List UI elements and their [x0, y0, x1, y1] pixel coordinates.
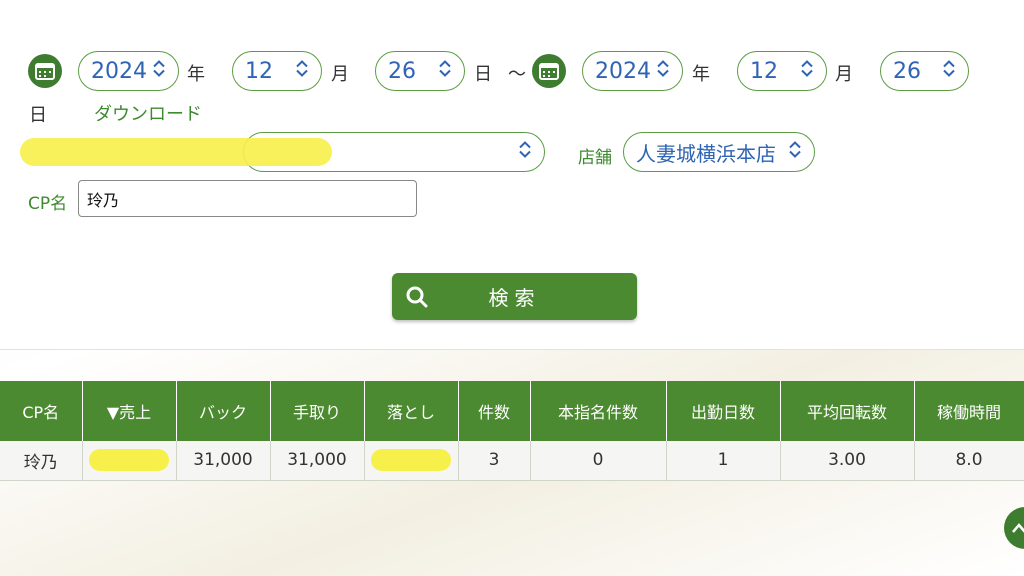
- redaction-highlight: [371, 449, 451, 472]
- header-work-hours[interactable]: 稼働時間: [914, 381, 1024, 441]
- cp-name-input[interactable]: 玲乃: [78, 180, 417, 217]
- header-cp-name[interactable]: CP名: [0, 381, 83, 441]
- cell-work-days: 1: [666, 441, 781, 481]
- header-work-days[interactable]: 出勤日数: [666, 381, 781, 441]
- chevron-updown-icon: [800, 59, 814, 84]
- cp-name-value: 玲乃: [87, 190, 120, 210]
- header-count[interactable]: 件数: [458, 381, 531, 441]
- cell-avg-rotation: 3.00: [780, 441, 915, 481]
- cell-sales: [82, 441, 177, 481]
- chevron-updown-icon: [295, 59, 309, 84]
- chevron-updown-icon: [942, 59, 956, 84]
- start-month-value: 12: [245, 58, 273, 84]
- header-sales[interactable]: ▼売上: [82, 381, 177, 441]
- redaction-highlight: [89, 449, 169, 472]
- search-icon: [406, 286, 428, 313]
- end-month-value: 12: [750, 58, 778, 84]
- header-otoshi[interactable]: 落とし: [364, 381, 459, 441]
- year-unit-start: 年: [187, 64, 205, 85]
- download-link[interactable]: ダウンロード: [94, 100, 202, 126]
- end-day-select[interactable]: 26: [880, 51, 969, 91]
- cell-work-hours: 8.0: [914, 441, 1024, 481]
- store-label: 店舗: [578, 148, 612, 168]
- header-designated-count[interactable]: 本指名件数: [530, 381, 667, 441]
- results-table: CP名 ▼売上 バック 手取り 落とし 件数 本指名件数 出勤日数 平均回転数 …: [0, 381, 1024, 481]
- chevron-updown-icon: [438, 59, 452, 84]
- header-back[interactable]: バック: [176, 381, 271, 441]
- header-take-home[interactable]: 手取り: [270, 381, 365, 441]
- cell-count: 3: [458, 441, 531, 481]
- table-row: 玲乃 31,000 31,000 3 0 1 3.00 8.0: [0, 441, 1024, 481]
- cell-otoshi: [364, 441, 459, 481]
- scroll-top-button[interactable]: [1004, 507, 1024, 549]
- chevron-updown-icon: [656, 59, 670, 84]
- start-day-value: 26: [388, 58, 416, 84]
- cell-take-home: 31,000: [270, 441, 365, 481]
- end-day-value: 26: [893, 58, 921, 84]
- store-value: 人妻城横浜本店: [636, 141, 776, 166]
- start-year-value: 2024: [91, 58, 147, 84]
- start-day-select[interactable]: 26: [375, 51, 465, 91]
- cell-back: 31,000: [176, 441, 271, 481]
- store-select[interactable]: 人妻城横浜本店: [623, 132, 815, 172]
- search-button-label: 検索: [488, 286, 541, 310]
- year-unit-end: 年: [692, 64, 710, 85]
- chevron-updown-icon: [788, 140, 802, 165]
- header-avg-rotation[interactable]: 平均回転数: [780, 381, 915, 441]
- calendar-icon-start[interactable]: [28, 54, 62, 88]
- month-unit-start: 月: [331, 64, 349, 85]
- chevron-up-icon: [1012, 519, 1024, 538]
- chevron-updown-icon: [518, 140, 532, 165]
- end-month-select[interactable]: 12: [737, 51, 827, 91]
- redaction-highlight: [20, 138, 332, 166]
- cell-designated-count: 0: [530, 441, 667, 481]
- cp-name-label: CP名: [28, 194, 68, 214]
- calendar-icon-end[interactable]: [532, 54, 566, 88]
- end-year-value: 2024: [595, 58, 651, 84]
- day-unit-end: 日: [29, 105, 47, 126]
- day-unit-start: 日: [474, 64, 492, 85]
- cell-cp-name: 玲乃: [0, 441, 83, 481]
- range-separator: ～: [508, 64, 526, 85]
- month-unit-end: 月: [835, 64, 853, 85]
- end-year-select[interactable]: 2024: [582, 51, 683, 91]
- start-year-select[interactable]: 2024: [78, 51, 179, 91]
- start-month-select[interactable]: 12: [232, 51, 322, 91]
- search-panel: 2024 年 12 月 26 日 ～ 2024 年 12 月 26 日 ダウンロ…: [0, 0, 1024, 350]
- table-header-row: CP名 ▼売上 バック 手取り 落とし 件数 本指名件数 出勤日数 平均回転数 …: [0, 381, 1024, 441]
- chevron-updown-icon: [152, 59, 166, 84]
- search-button[interactable]: 検索: [392, 273, 637, 320]
